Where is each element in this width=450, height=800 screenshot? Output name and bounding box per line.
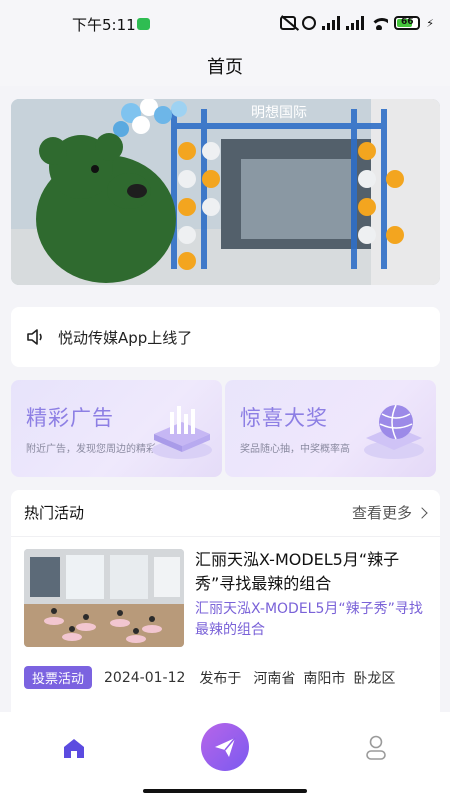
promo-card-ads[interactable]: 精彩广告 附近广告，发现您周边的精彩	[11, 380, 222, 477]
event-type-badge: 投票活动	[24, 666, 93, 689]
event-district: 卧龙区	[353, 670, 396, 687]
event-thumbnail[interactable]	[24, 549, 184, 647]
banner-image: 明想国际	[11, 99, 440, 285]
status-time: 下午5:11	[72, 16, 136, 34]
announcement-text: 悦动传媒App上线了	[58, 329, 193, 347]
prize-ball-icon	[364, 404, 424, 459]
charging-bolt-icon: ⚡	[426, 16, 434, 30]
speaker-icon	[27, 329, 42, 345]
battery-level: 66	[401, 17, 414, 27]
profile-icon[interactable]	[364, 734, 388, 762]
publish-button[interactable]	[201, 723, 249, 771]
signal-icon	[346, 16, 365, 30]
navbar: 首页	[0, 44, 450, 86]
home-icon[interactable]	[60, 734, 88, 762]
event-subtitle: 汇丽天泓X-MODEL5月“辣子秀”寻找最辣的组合	[195, 601, 423, 638]
event-image	[24, 549, 184, 647]
status-bar: 下午5:11 66 ⚡	[0, 0, 450, 44]
wifi-icon	[370, 16, 389, 30]
page-title: 首页	[207, 57, 243, 78]
promo-subtitle: 附近广告，发现您周边的精彩	[26, 444, 156, 455]
banner-carousel[interactable]: 明想国际	[11, 99, 440, 285]
promo-card-prize[interactable]: 惊喜大奖 奖品随心抽，中奖概率高	[225, 380, 436, 477]
hot-activities-section: 热门活动 查看更多 汇丽天泓X-MODEL5月“辣子秀”寻找最辣的组合 汇丽天泓…	[11, 490, 440, 740]
banner-sign: 明想国际	[251, 105, 307, 121]
bottom-tab-bar	[0, 712, 450, 800]
event-meta: 投票活动 2024-01-12 发布于 河南省 南阳市 卧龙区	[24, 666, 403, 689]
status-icons: 66 ⚡	[280, 13, 434, 33]
event-date: 2024-01-12	[104, 669, 186, 686]
mute-icon	[280, 16, 297, 30]
event-city: 南阳市	[303, 670, 346, 687]
wechat-notification-icon	[137, 18, 150, 30]
promo-title: 精彩广告	[26, 406, 114, 430]
announcement-bar[interactable]: 悦动传媒App上线了	[11, 307, 440, 367]
section-title: 热门活动	[24, 504, 85, 522]
promo-title: 惊喜大奖	[240, 406, 328, 430]
event-title[interactable]: 汇丽天泓X-MODEL5月“辣子秀”寻找最辣的组合	[195, 548, 435, 596]
view-more-label: 查看更多	[351, 504, 412, 522]
alarm-icon	[302, 16, 317, 30]
published-label: 发布于	[199, 670, 242, 687]
signal-icon	[322, 16, 341, 30]
event-province: 河南省	[253, 670, 296, 687]
promo-subtitle: 奖品随心抽，中奖概率高	[240, 444, 350, 455]
chevron-right-icon	[416, 506, 428, 519]
view-more-link[interactable]: 查看更多	[351, 502, 428, 523]
paper-plane-icon	[215, 737, 236, 757]
home-indicator	[143, 789, 307, 793]
chart-podium-icon	[152, 406, 212, 459]
battery-icon: 66	[394, 16, 421, 30]
divider	[11, 536, 440, 537]
